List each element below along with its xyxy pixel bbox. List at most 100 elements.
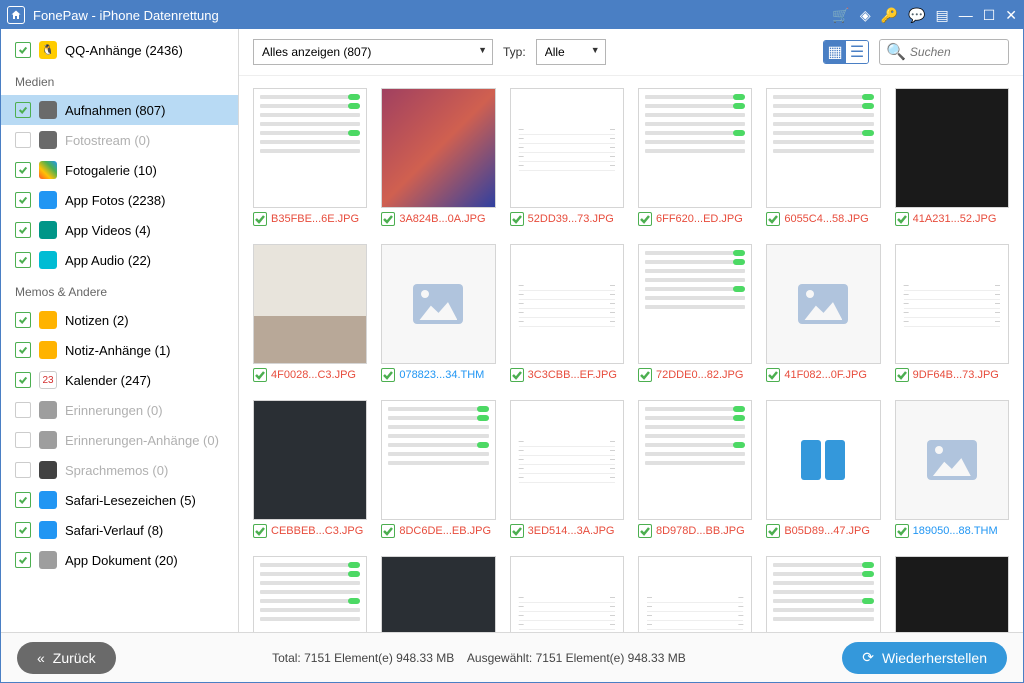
thumbnail-image[interactable] [253, 88, 367, 208]
thumbnail-cell[interactable]: 41A231...52.JPG [895, 88, 1009, 226]
recover-button[interactable]: ⟳ Wiederherstellen [842, 642, 1007, 674]
thumbnail-cell[interactable] [766, 556, 880, 632]
thumbnail-cell[interactable]: 8D978D...BB.JPG [638, 400, 752, 538]
thumbnail-image[interactable] [381, 244, 495, 364]
thumbnail-cell[interactable]: 72DDE0...82.JPG [638, 244, 752, 382]
checkbox-icon[interactable] [15, 162, 31, 178]
sidebar-item[interactable]: Erinnerungen (0) [1, 395, 238, 425]
search-input[interactable] [910, 45, 1002, 59]
thumbnail-cell[interactable]: CEBBEB...C3.JPG [253, 400, 367, 538]
thumbnail-image[interactable]: —————————— [510, 400, 624, 520]
sidebar-item[interactable]: Notizen (2) [1, 305, 238, 335]
thumbnail-image[interactable] [638, 88, 752, 208]
thumbnail-cell[interactable]: —————————— [510, 556, 624, 632]
checkbox-icon[interactable] [510, 368, 524, 382]
sidebar-item[interactable]: App Fotos (2238) [1, 185, 238, 215]
thumbnail-image[interactable] [253, 556, 367, 632]
thumbnail-cell[interactable]: B35FBE...6E.JPG [253, 88, 367, 226]
thumbnail-image[interactable] [766, 88, 880, 208]
checkbox-icon[interactable] [638, 368, 652, 382]
thumbnail-image[interactable] [638, 400, 752, 520]
checkbox-icon[interactable] [510, 524, 524, 538]
checkbox-icon[interactable] [15, 342, 31, 358]
checkbox-icon[interactable] [381, 524, 395, 538]
thumbnail-image[interactable] [895, 88, 1009, 208]
sidebar-item[interactable]: Fotostream (0) [1, 125, 238, 155]
thumbnail-cell[interactable]: 189050...88.THM [895, 400, 1009, 538]
sidebar-item[interactable]: Notiz-Anhänge (1) [1, 335, 238, 365]
thumbnail-cell[interactable]: ——————————3ED514...3A.JPG [510, 400, 624, 538]
thumbnail-cell[interactable]: 4F0028...C3.JPG [253, 244, 367, 382]
thumbnail-cell[interactable]: —————————— [638, 556, 752, 632]
thumbnail-image[interactable] [766, 400, 880, 520]
checkbox-icon[interactable] [15, 222, 31, 238]
checkbox-icon[interactable] [638, 212, 652, 226]
menu-icon[interactable]: ▤ [935, 7, 948, 24]
thumbnail-image[interactable]: —————————— [510, 88, 624, 208]
thumbnail-image[interactable] [253, 400, 367, 520]
thumbnail-cell[interactable] [253, 556, 367, 632]
thumbnail-image[interactable] [253, 244, 367, 364]
checkbox-icon[interactable] [510, 212, 524, 226]
thumbnail-image[interactable] [638, 244, 752, 364]
checkbox-icon[interactable] [15, 552, 31, 568]
sidebar-item[interactable]: Erinnerungen-Anhänge (0) [1, 425, 238, 455]
checkbox-icon[interactable] [15, 132, 31, 148]
sidebar-item-qq[interactable]: 🐧 QQ-Anhänge (2436) [1, 35, 238, 65]
sidebar-item[interactable]: App Videos (4) [1, 215, 238, 245]
thumbnail-image[interactable] [766, 556, 880, 632]
thumbnail-cell[interactable] [381, 556, 495, 632]
thumbnail-image[interactable] [381, 556, 495, 632]
checkbox-icon[interactable] [895, 368, 909, 382]
checkbox-icon[interactable] [15, 102, 31, 118]
maximize-icon[interactable]: ☐ [983, 7, 996, 24]
sidebar-item[interactable]: Sprachmemos (0) [1, 455, 238, 485]
sidebar-item[interactable]: App Audio (22) [1, 245, 238, 275]
list-view-icon[interactable]: ☰ [846, 41, 868, 63]
thumbnail-cell[interactable]: 078823...34.THM [381, 244, 495, 382]
checkbox-icon[interactable] [15, 462, 31, 478]
thumbnail-image[interactable] [381, 88, 495, 208]
thumbnail-cell[interactable]: 6FF620...ED.JPG [638, 88, 752, 226]
checkbox-icon[interactable] [15, 42, 31, 58]
sidebar-item[interactable]: Safari-Verlauf (8) [1, 515, 238, 545]
search-box[interactable]: 🔍 [879, 39, 1009, 65]
checkbox-icon[interactable] [253, 368, 267, 382]
thumbnail-image[interactable] [381, 400, 495, 520]
sidebar-item[interactable]: 23Kalender (247) [1, 365, 238, 395]
back-button[interactable]: « Zurück [17, 642, 116, 674]
filter-dropdown[interactable]: Alles anzeigen (807) [253, 39, 493, 65]
thumbnail-image[interactable] [895, 556, 1009, 632]
type-dropdown[interactable]: Alle [536, 39, 606, 65]
checkbox-icon[interactable] [638, 524, 652, 538]
checkbox-icon[interactable] [766, 212, 780, 226]
checkbox-icon[interactable] [15, 432, 31, 448]
thumbnail-image[interactable]: —————————— [510, 556, 624, 632]
cart-icon[interactable]: 🛒 [832, 7, 849, 24]
thumbnail-cell[interactable] [895, 556, 1009, 632]
checkbox-icon[interactable] [15, 402, 31, 418]
checkbox-icon[interactable] [895, 212, 909, 226]
thumbnail-image[interactable] [766, 244, 880, 364]
diamond-icon[interactable]: ◈ [860, 7, 871, 24]
thumbnail-image[interactable]: —————————— [510, 244, 624, 364]
home-icon[interactable] [7, 6, 25, 24]
thumbnail-cell[interactable]: 8DC6DE...EB.JPG [381, 400, 495, 538]
checkbox-icon[interactable] [15, 252, 31, 268]
sidebar-item[interactable]: Aufnahmen (807) [1, 95, 238, 125]
checkbox-icon[interactable] [766, 524, 780, 538]
key-icon[interactable]: 🔑 [881, 7, 898, 24]
thumbnail-cell[interactable]: B05D89...47.JPG [766, 400, 880, 538]
thumbnail-image[interactable] [895, 400, 1009, 520]
thumbnail-image[interactable]: —————————— [638, 556, 752, 632]
checkbox-icon[interactable] [381, 212, 395, 226]
checkbox-icon[interactable] [15, 522, 31, 538]
checkbox-icon[interactable] [253, 212, 267, 226]
checkbox-icon[interactable] [15, 312, 31, 328]
close-icon[interactable]: ✕ [1005, 7, 1017, 24]
thumbnail-image[interactable]: —————————— [895, 244, 1009, 364]
checkbox-icon[interactable] [253, 524, 267, 538]
thumbnail-cell[interactable]: ——————————52DD39...73.JPG [510, 88, 624, 226]
checkbox-icon[interactable] [15, 372, 31, 388]
sidebar-item[interactable]: Safari-Lesezeichen (5) [1, 485, 238, 515]
